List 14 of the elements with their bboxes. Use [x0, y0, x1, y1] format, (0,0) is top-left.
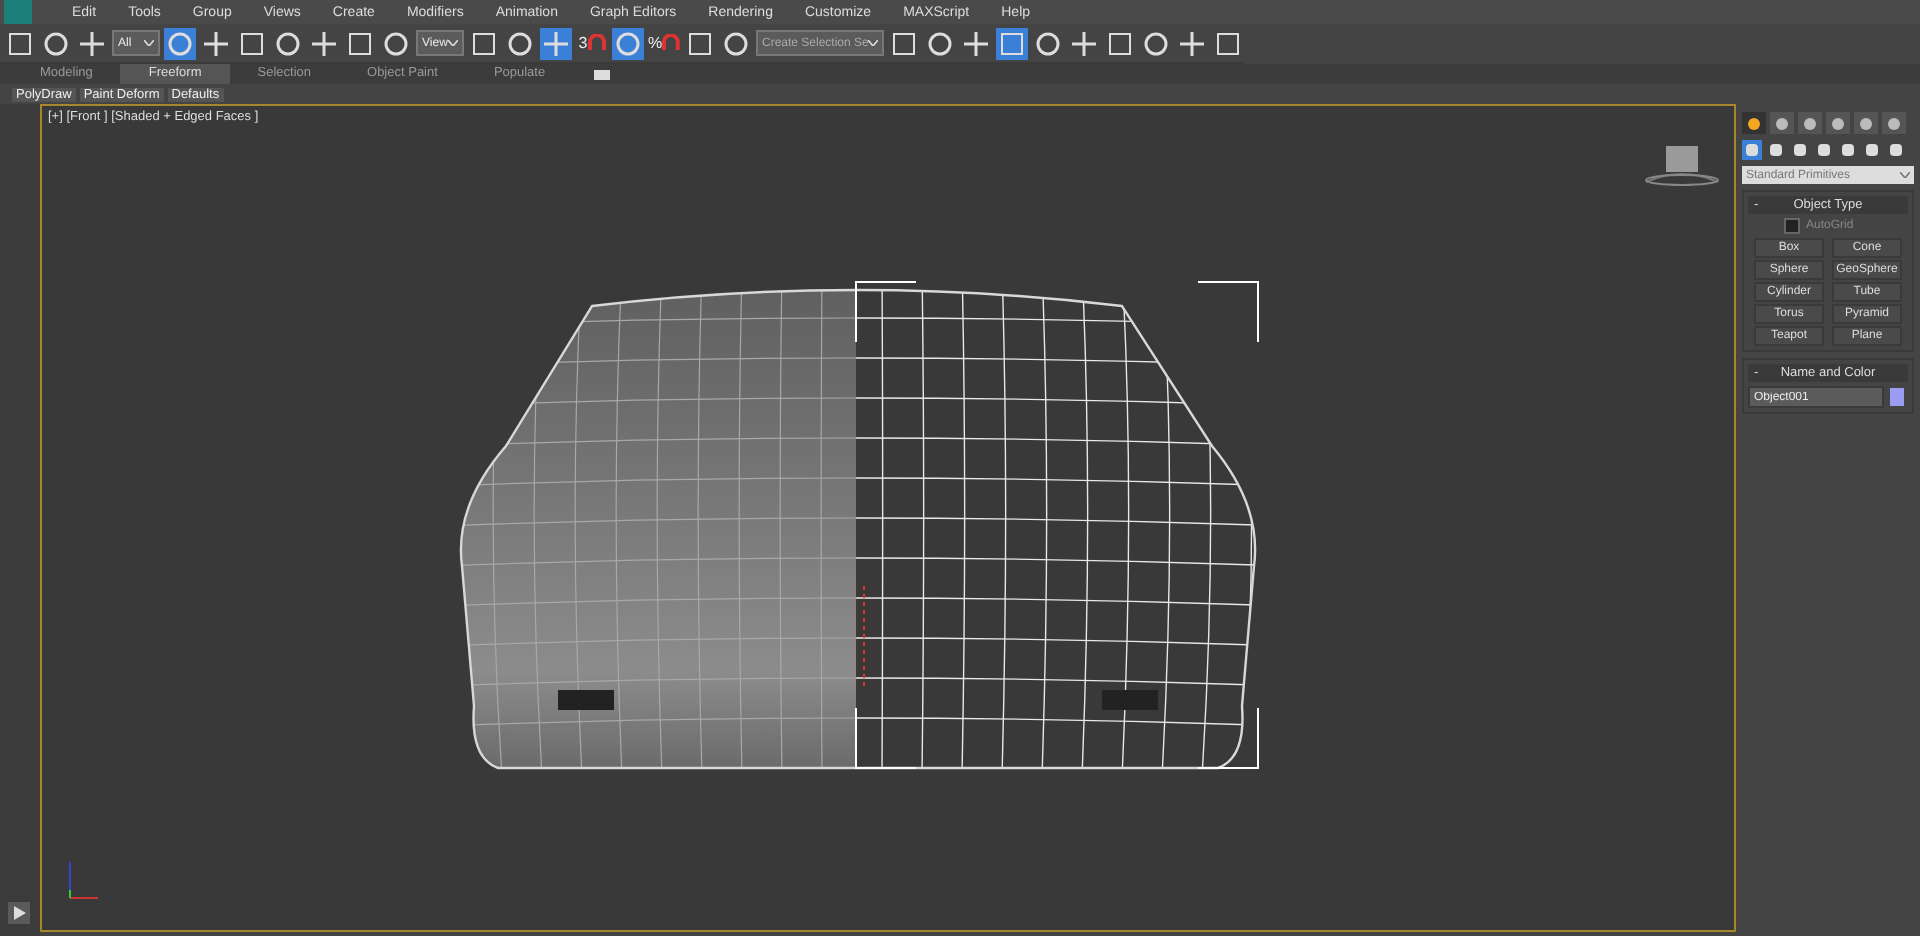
autogrid-checkbox[interactable]	[1784, 218, 1800, 234]
object-color-swatch[interactable]	[1890, 388, 1904, 406]
play-button[interactable]	[8, 902, 30, 924]
magnet-icon	[587, 34, 606, 52]
caret-icon	[1900, 172, 1910, 178]
snap-toggle-button[interactable]: 3	[576, 27, 608, 59]
viewcube-icon[interactable]	[1645, 146, 1719, 186]
magnet-icon	[662, 34, 680, 52]
snap-toggle-button[interactable]: %	[648, 27, 680, 59]
caret-icon	[144, 40, 154, 46]
caret-icon	[448, 40, 458, 46]
pivot-line	[863, 585, 865, 687]
caret-icon	[868, 40, 879, 46]
axis-tripod-icon	[69, 861, 99, 899]
